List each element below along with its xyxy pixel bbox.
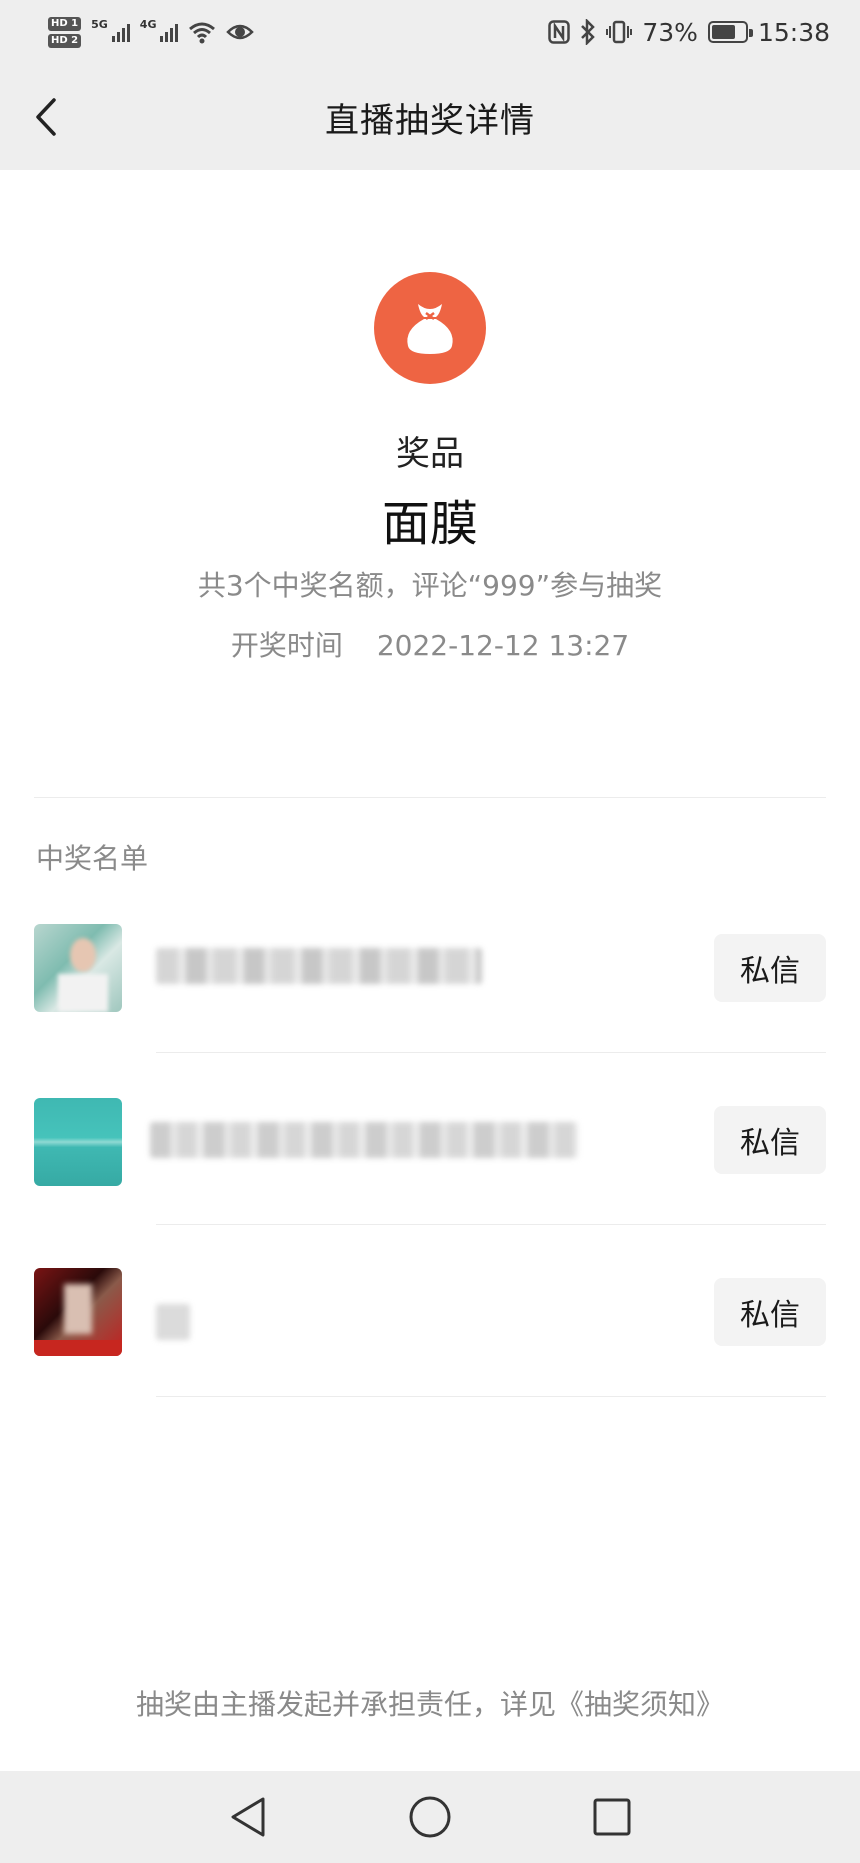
navigation-bar: 直播抽奖详情 [0, 64, 860, 170]
private-message-button[interactable]: 私信 [714, 1106, 826, 1174]
private-message-button[interactable]: 私信 [714, 934, 826, 1002]
avatar[interactable] [34, 924, 122, 1012]
avatar[interactable] [34, 1268, 122, 1356]
status-bar: HD 1 HD 2 5G 4G 73% 15:38 [0, 0, 860, 64]
status-right: 73% 15:38 [548, 18, 830, 47]
row-divider [156, 1224, 826, 1225]
winner-name-blurred [156, 1304, 190, 1340]
system-navigation-bar [0, 1771, 860, 1863]
winner-name-blurred [150, 1122, 578, 1158]
draw-time-value: 2022-12-12 13:27 [376, 629, 630, 662]
hd-indicators: HD 1 HD 2 [48, 16, 82, 48]
section-divider [34, 797, 826, 798]
prize-description: 共3个中奖名额，评论“999”参与抽奖 [197, 569, 663, 602]
clock: 15:38 [757, 17, 830, 47]
draw-time-label: 开奖时间 [230, 629, 343, 662]
system-home-button[interactable] [398, 1785, 462, 1849]
row-divider [156, 1052, 826, 1053]
chevron-left-icon [36, 98, 56, 136]
back-button[interactable] [26, 94, 66, 140]
winner-row: 私信 [0, 896, 860, 1068]
gift-bag-icon [407, 304, 453, 354]
battery-icon [707, 21, 753, 43]
winner-row: 私信 [0, 1068, 860, 1240]
prize-label: 奖品 [396, 434, 464, 474]
eye-icon [226, 24, 255, 40]
recents-square-icon [593, 1798, 631, 1836]
prize-name: 面膜 [381, 496, 478, 552]
hd1-badge: HD 1 [48, 16, 82, 31]
system-recents-button[interactable] [580, 1785, 644, 1849]
signal-icon [111, 22, 130, 42]
private-message-button[interactable]: 私信 [714, 1278, 826, 1346]
back-triangle-icon [231, 1797, 265, 1837]
vibrate-icon [606, 20, 633, 44]
row-divider [156, 1396, 826, 1397]
battery-percent: 73% [642, 17, 698, 47]
wifi-icon [189, 22, 216, 44]
winner-row: 私信 [0, 1240, 860, 1412]
draw-time: 开奖时间 2022-12-12 13:27 [0, 624, 860, 664]
prize-badge [374, 272, 486, 384]
network-type-1: 5G [91, 17, 108, 31]
page-title: 直播抽奖详情 [325, 100, 535, 141]
winners-title: 中奖名单 [36, 842, 149, 875]
battery-fill [711, 25, 736, 39]
bluetooth-icon [581, 19, 596, 45]
nfc-icon [548, 20, 571, 44]
signal-icon [160, 22, 179, 42]
system-back-button[interactable] [216, 1785, 280, 1849]
network-type-2: 4G [139, 17, 157, 31]
home-circle-icon [409, 1796, 451, 1838]
status-left: HD 1 HD 2 5G 4G [48, 16, 255, 48]
lottery-disclaimer[interactable]: 抽奖由主播发起并承担责任，详见《抽奖须知》 [0, 1683, 860, 1723]
avatar[interactable] [34, 1098, 122, 1186]
hd2-badge: HD 2 [48, 33, 82, 48]
winner-name-blurred [156, 948, 482, 984]
